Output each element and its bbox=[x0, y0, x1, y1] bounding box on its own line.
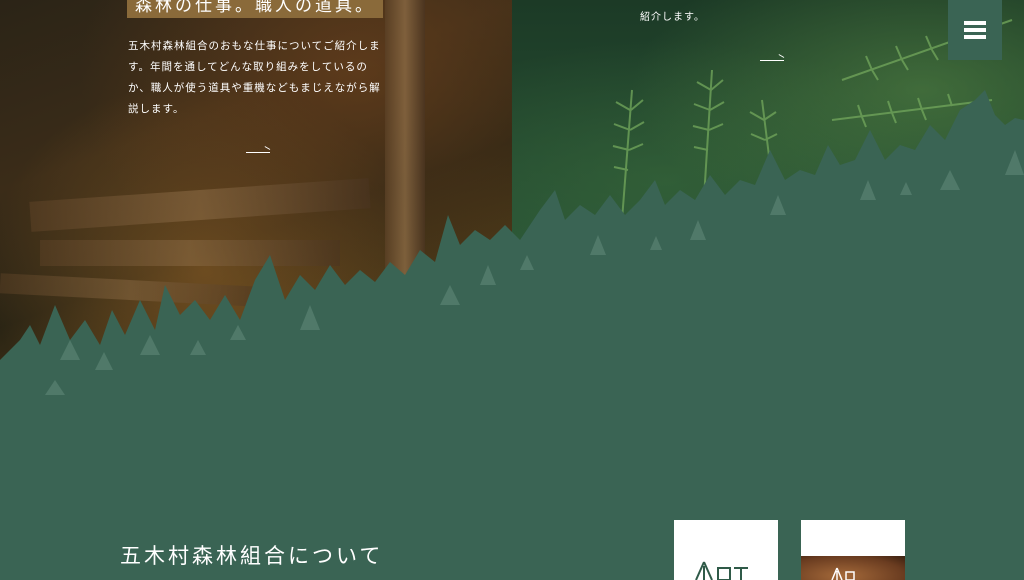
tree-logo-icon bbox=[831, 567, 855, 580]
card-wood-photo[interactable] bbox=[801, 520, 905, 580]
hamburger-icon bbox=[964, 21, 986, 25]
menu-button[interactable] bbox=[948, 0, 1002, 60]
tree-silhouette-divider bbox=[0, 90, 1024, 580]
tree-logo-icon bbox=[695, 561, 748, 580]
about-section-title: 五木村森林組合について bbox=[120, 544, 384, 568]
card-logo[interactable] bbox=[674, 520, 778, 580]
page: 森林の仕事。職人の道具。 五木村森林組合のおもな仕事についてご紹介します。年間を… bbox=[0, 0, 1024, 580]
